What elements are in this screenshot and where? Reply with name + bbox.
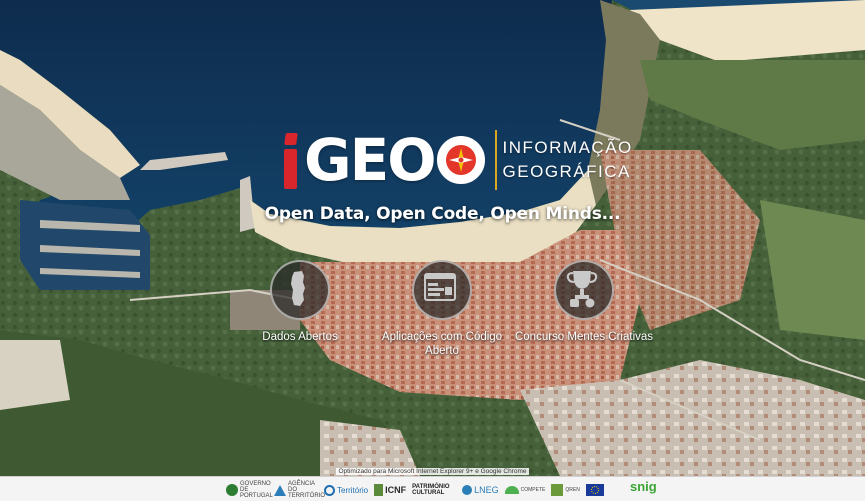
aerial-map-image [0,0,865,476]
feature-button-concurso[interactable] [554,260,614,320]
partner-lneg[interactable]: LNEG [462,485,499,495]
partner-icnf[interactable]: ICNF [374,484,406,496]
partner-name: LNEG [474,485,499,495]
footer: Optimizado para Microsoft Internet Explo… [0,468,865,501]
logo-subtitle: INFORMAÇÃO GEOGRÁFICA [503,136,633,184]
compass-icon [436,136,485,184]
browser-note: Optimizado para Microsoft Internet Explo… [0,468,865,475]
feature-button-aplicacoes[interactable] [412,260,472,320]
code-window-icon [424,273,456,301]
feature-label-aplicacoes[interactable]: Aplicações com Código Aberto [372,330,512,358]
feature-aplicacoes[interactable]: Aplicações com Código Aberto [372,260,512,358]
logo-i-letter [280,131,302,189]
feature-label-dados-abertos[interactable]: Dados Abertos [230,330,370,344]
partner-name: QREN [565,487,580,493]
tagline: Open Data, Open Code, Open Minds... [0,204,865,224]
partner-name: GOVERNO DE PORTUGAL [240,481,273,499]
partner-agencia-territorio[interactable]: AGÊNCIA DO TERRITÓRIO [274,481,325,499]
feature-dados-abertos[interactable]: Dados Abertos [230,260,370,344]
partner-governo-portugal[interactable]: GOVERNO DE PORTUGAL [226,481,273,499]
igeo-logo[interactable]: GEO INFORMAÇÃO GEOGRÁFICA [280,128,633,192]
partner-logos: GOVERNO DE PORTUGAL AGÊNCIA DO TERRITÓRI… [226,481,612,499]
portugal-map-icon [291,271,305,306]
feature-concurso[interactable]: Concurso Mentes Criativas [514,260,654,344]
browser-note-text: Optimizado para Microsoft Internet Explo… [336,468,529,475]
logo-subtitle-line2: GEOGRÁFICA [502,162,631,181]
partner-name: COMPETE [520,487,546,493]
feature-button-dados-abertos[interactable] [270,260,330,320]
logo-divider [494,130,497,190]
logo-geo-text: GEO [304,126,437,194]
partner-name: PATRIMÓNIO CULTURAL [412,484,450,496]
logo-subtitle-line1: INFORMAÇÃO [502,138,633,157]
partner-territorio[interactable]: Território [324,484,369,496]
partner-name: AGÊNCIA DO TERRITÓRIO [288,481,325,499]
aerial-background [0,0,865,476]
trophy-icon [566,271,598,308]
feature-label-concurso[interactable]: Concurso Mentes Criativas [514,330,654,344]
partner-patrimonio-cultural[interactable]: PATRIMÓNIO CULTURAL [412,484,456,496]
partner-eu-flag[interactable] [585,484,606,496]
tagline-text: Open Data, Open Code, Open Minds... [264,204,621,224]
partner-compete[interactable]: COMPETE [504,486,546,494]
partner-qren[interactable]: QREN [551,484,580,496]
partner-name: Território [337,485,369,495]
snig-logo[interactable]: snig [630,479,657,494]
partner-name: ICNF [385,485,407,495]
